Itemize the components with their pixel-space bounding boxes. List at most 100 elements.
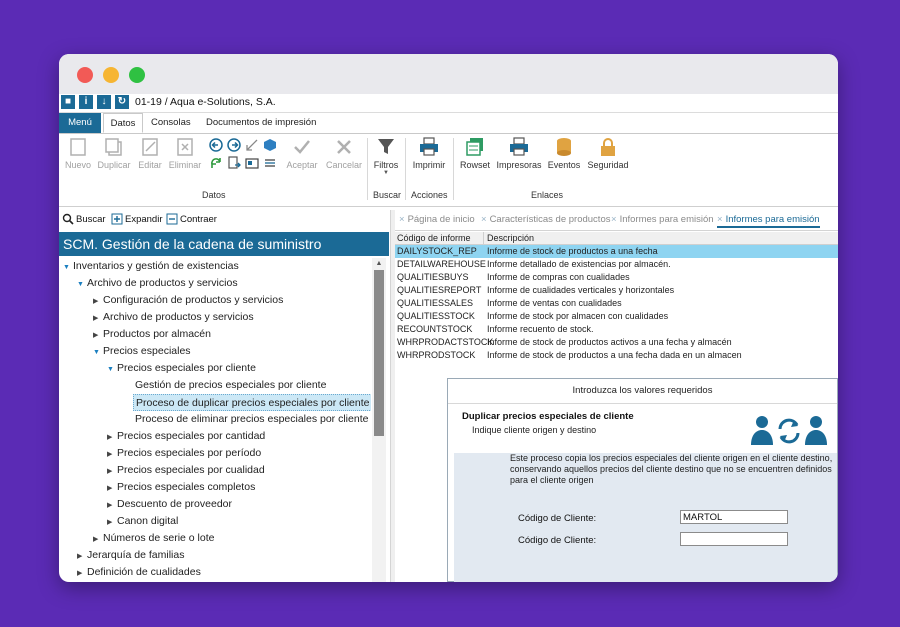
duplicar-button[interactable]: Duplicar xyxy=(96,136,132,170)
tab-informes-emision-active[interactable]: × Informes para emisión xyxy=(717,214,820,228)
duplicate-icon xyxy=(105,138,122,156)
dialog-subheading: Indique cliente origen y destino xyxy=(472,425,597,435)
cube-icon[interactable] xyxy=(263,138,277,152)
document-export-icon[interactable] xyxy=(227,156,241,170)
users-sync-icon xyxy=(751,416,827,445)
refresh-icon[interactable]: ↻ xyxy=(115,95,129,109)
expandir-button[interactable]: Expandir xyxy=(125,214,163,225)
filtros-button[interactable]: Filtros ▼ xyxy=(371,136,401,176)
close-tab-icon[interactable]: × xyxy=(717,214,723,225)
impresoras-button[interactable]: Impresoras xyxy=(496,136,542,170)
tab-caracteristicas-productos[interactable]: × Características de productos xyxy=(481,214,610,225)
tree-node[interactable]: ▼ Precios especiales xyxy=(93,343,191,360)
eliminar-button[interactable]: Eliminar xyxy=(167,136,203,170)
imprimir-button[interactable]: Imprimir xyxy=(411,136,447,170)
rowset-icon xyxy=(466,138,483,156)
tree-node[interactable]: ▼ Precios especiales por cliente xyxy=(107,360,256,377)
editar-button[interactable]: Editar xyxy=(136,136,164,170)
tree-node[interactable]: ▶ Archivo de productos y servicios xyxy=(93,309,254,326)
destination-client-input[interactable] xyxy=(680,532,788,546)
expand-icon xyxy=(111,213,123,225)
table-row[interactable]: DETAILWAREHOUSE Informe detallado de exis… xyxy=(395,258,838,271)
contraer-button[interactable]: Contraer xyxy=(180,214,217,225)
group-label-enlaces: Enlaces xyxy=(531,190,564,200)
tree-node[interactable]: ▶ Productos por almacén xyxy=(93,326,211,343)
column-header-code[interactable]: Código de informe xyxy=(397,232,471,244)
filter-icon xyxy=(378,139,394,154)
cancelar-button[interactable]: Cancelar xyxy=(324,136,364,170)
dialog-description: Este proceso copia los precios especiale… xyxy=(510,453,833,485)
tab-informes-emision[interactable]: × Informes para emisión xyxy=(611,214,714,225)
tree-node[interactable]: ▶ Definición de cualidades xyxy=(77,564,201,581)
database-icon xyxy=(557,138,571,156)
buscar-button[interactable]: Buscar xyxy=(76,214,106,225)
caret-down-icon: ▼ xyxy=(63,264,70,271)
table-row[interactable]: QUALITIESSTOCK Informe de stock por almac… xyxy=(395,310,838,323)
tree-node[interactable]: ▶ Números de serie o lote xyxy=(93,530,214,547)
tree-node[interactable]: ▶ Descuento de proveedor xyxy=(107,496,232,513)
table-row[interactable]: QUALITIESBUYS Informe de compras con cual… xyxy=(395,271,838,284)
cancel-icon xyxy=(337,140,351,154)
table-row[interactable]: QUALITIESSALES Informe de ventas con cual… xyxy=(395,297,838,310)
column-header-description[interactable]: Descripción xyxy=(487,232,534,244)
tab-menu[interactable]: Menú xyxy=(59,113,101,133)
tree-node[interactable]: ▶ Canon digital xyxy=(107,513,178,530)
maximize-window-button[interactable] xyxy=(129,67,145,83)
close-tab-icon[interactable]: × xyxy=(399,214,405,225)
ribbon-separator xyxy=(405,138,406,200)
rowset-button[interactable]: Rowset xyxy=(458,136,492,170)
expand-arrows-icon[interactable] xyxy=(245,138,259,152)
caret-right-icon: ▶ xyxy=(107,451,113,458)
tree-node[interactable]: ▶ Configuración de productos y servicios xyxy=(93,292,283,309)
document-tabs: × Página de inicio × Características de pr… xyxy=(395,210,838,231)
caret-right-icon: ▶ xyxy=(107,502,113,509)
close-tab-icon[interactable]: × xyxy=(481,214,487,225)
minimize-window-button[interactable] xyxy=(103,67,119,83)
seguridad-button[interactable]: Seguridad xyxy=(585,136,631,170)
tab-documentos-impresion[interactable]: Documentos de impresión xyxy=(206,113,316,133)
ribbon-tabs: Menú Datos Consolas Documentos de impres… xyxy=(59,113,838,134)
list-icon[interactable] xyxy=(263,156,277,170)
nuevo-button[interactable]: Nuevo xyxy=(63,136,93,170)
download-icon[interactable]: ↓ xyxy=(97,95,111,109)
ribbon: Nuevo Duplicar Editar Eliminar Aceptar C… xyxy=(59,134,838,207)
tree-leaf[interactable]: Proceso de eliminar precios especiales p… xyxy=(135,411,368,428)
table-row[interactable]: WHRPRODACTSTOCK Informe de stock de produ… xyxy=(395,336,838,349)
tab-pagina-inicio[interactable]: × Página de inicio xyxy=(399,214,475,225)
tree-scrollbar[interactable]: ▲ xyxy=(372,258,386,582)
tree-node[interactable]: ▼ Archivo de productos y servicios xyxy=(77,275,238,292)
table-row[interactable]: DAILYSTOCK_REP Informe de stock de produc… xyxy=(395,245,838,258)
recycle-icon[interactable] xyxy=(209,156,223,170)
close-tab-icon[interactable]: × xyxy=(611,214,617,225)
caret-right-icon: ▶ xyxy=(93,332,99,339)
tree-leaf[interactable]: Gestión de precios especiales por client… xyxy=(135,377,326,394)
table-row[interactable]: RECOUNTSTOCK Informe recuento de stock. xyxy=(395,323,838,336)
table-row[interactable]: WHRPRODSTOCK Informe de stock de producto… xyxy=(395,349,838,362)
tree-node[interactable]: ▶ Precios especiales por cantidad xyxy=(107,428,265,445)
tree-node[interactable]: ▶ Precios especiales por cualidad xyxy=(107,462,265,479)
scroll-thumb[interactable] xyxy=(374,270,384,436)
tree-leaf-selected[interactable]: Proceso de duplicar precios especiales p… xyxy=(133,394,371,411)
table-row[interactable]: QUALITIESREPORT Informe de cualidades ver… xyxy=(395,284,838,297)
group-label-buscar: Buscar xyxy=(373,190,402,200)
arrow-left-icon[interactable] xyxy=(209,138,223,152)
arrow-right-icon[interactable] xyxy=(227,138,241,152)
tree-node[interactable]: ▶ Precios especiales completos xyxy=(107,479,255,496)
dialog-body: Este proceso copia los precios especiale… xyxy=(454,453,837,582)
printer-icon xyxy=(420,137,438,156)
tree-node[interactable]: ▶ Jerarquía de familias xyxy=(77,547,184,564)
tree-node[interactable]: ▼ Inventarios y gestión de existencias xyxy=(63,258,239,275)
close-window-button[interactable] xyxy=(77,67,93,83)
tree-node[interactable]: ▶ Precios especiales por período xyxy=(107,445,261,462)
origin-client-input[interactable]: MARTOL xyxy=(680,510,788,524)
check-icon xyxy=(294,140,310,154)
lock-icon[interactable]: ■ xyxy=(61,95,75,109)
aceptar-button[interactable]: Aceptar xyxy=(284,136,320,170)
eventos-button[interactable]: Eventos xyxy=(546,136,582,170)
tab-datos[interactable]: Datos xyxy=(103,113,143,133)
card-icon[interactable] xyxy=(245,156,259,170)
tab-consolas[interactable]: Consolas xyxy=(151,113,191,133)
scroll-up-icon[interactable]: ▲ xyxy=(372,260,386,267)
caret-right-icon: ▶ xyxy=(93,315,99,322)
info-icon[interactable]: i xyxy=(79,95,93,109)
